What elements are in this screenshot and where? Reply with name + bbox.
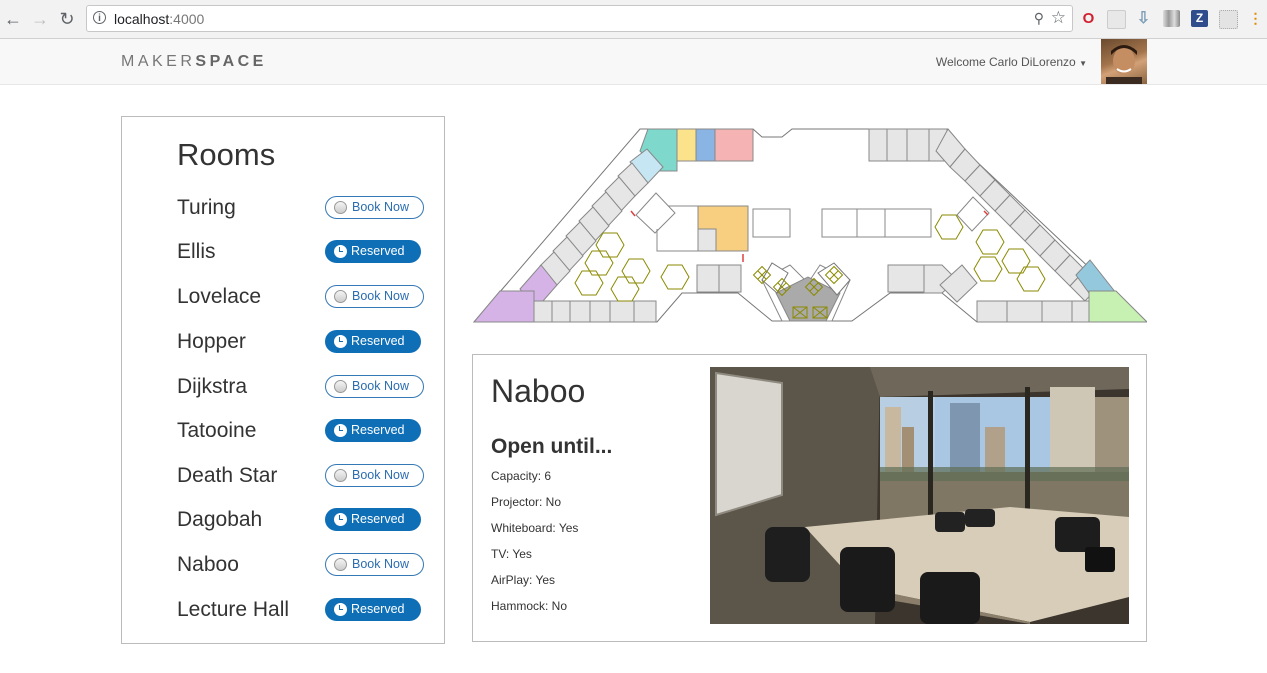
button-label: Reserved: [351, 512, 405, 526]
room-name[interactable]: Death Star: [177, 464, 277, 488]
url-host: localhost: [114, 11, 170, 27]
url-text[interactable]: localhost:4000: [114, 11, 204, 27]
radio-icon: [334, 290, 347, 303]
grid-extension-icon[interactable]: [1219, 10, 1238, 29]
room-row-tatooine: Tatooine Reserved: [177, 417, 427, 447]
reserved-button[interactable]: Reserved: [325, 419, 421, 442]
book-now-button[interactable]: Book Now: [325, 553, 424, 576]
radio-icon: [334, 558, 347, 571]
rooms-heading: Rooms: [177, 137, 276, 172]
button-label: Book Now: [352, 557, 409, 571]
caret-down-icon: ▼: [1079, 59, 1087, 68]
room-name[interactable]: Naboo: [177, 553, 239, 577]
button-label: Book Now: [352, 379, 409, 393]
zoom-icon[interactable]: ⚲: [1034, 10, 1044, 27]
book-now-button[interactable]: Book Now: [325, 196, 424, 219]
bars-extension-icon[interactable]: [1163, 10, 1180, 27]
rooms-panel: Rooms Turing Book Now Ellis Reserved Lov…: [121, 116, 445, 644]
avatar-face-icon: [1106, 45, 1142, 84]
menu-kebab-icon[interactable]: ⋮: [1247, 10, 1264, 27]
avatar[interactable]: [1101, 39, 1147, 84]
back-arrow-icon[interactable]: ←: [2, 8, 24, 30]
document-extension-icon[interactable]: [1107, 10, 1126, 29]
browser-toolbar: ← → ↻ i localhost:4000 ⚲ ☆ O ⇩ Z ⋮: [0, 0, 1267, 39]
opera-extension-icon[interactable]: O: [1080, 10, 1097, 27]
room-detail-panel: Naboo Open until... Capacity: 6 Projecto…: [472, 354, 1147, 642]
room-row-death-star: Death Star Book Now: [177, 462, 427, 492]
reserved-button[interactable]: Reserved: [325, 240, 421, 263]
forward-arrow-icon[interactable]: →: [29, 8, 51, 30]
room-name[interactable]: Ellis: [177, 240, 216, 264]
radio-icon: [334, 380, 347, 393]
book-now-button[interactable]: Book Now: [325, 464, 424, 487]
bookmark-star-icon[interactable]: ☆: [1051, 8, 1066, 28]
reserved-button[interactable]: Reserved: [325, 330, 421, 353]
room-row-turing: Turing Book Now: [177, 194, 427, 224]
room-purple-corner[interactable]: [472, 290, 535, 323]
clock-icon: [334, 424, 347, 437]
user-menu-toggle[interactable]: Welcome Carlo DiLorenzo ▼: [936, 55, 1087, 69]
tv-text: TV: Yes: [491, 547, 532, 561]
room-name[interactable]: Lecture Hall: [177, 598, 289, 622]
room-blue[interactable]: [695, 128, 716, 162]
address-bar[interactable]: i localhost:4000 ⚲ ☆: [86, 5, 1073, 32]
clock-icon: [334, 513, 347, 526]
room-row-hopper: Hopper Reserved: [177, 328, 427, 358]
button-label: Reserved: [351, 423, 405, 437]
hammock-text: Hammock: No: [491, 599, 568, 613]
clock-icon: [334, 335, 347, 348]
radio-icon: [334, 469, 347, 482]
capacity-text: Capacity: 6: [491, 469, 552, 483]
reserved-button[interactable]: Reserved: [325, 508, 421, 531]
room-row-dijkstra: Dijkstra Book Now: [177, 373, 427, 403]
button-label: Reserved: [351, 602, 405, 616]
room-yellow[interactable]: [676, 128, 697, 162]
room-row-ellis: Ellis Reserved: [177, 238, 427, 268]
room-name[interactable]: Tatooine: [177, 419, 256, 443]
zotero-extension-icon[interactable]: Z: [1191, 10, 1208, 27]
button-label: Book Now: [352, 289, 409, 303]
book-now-button[interactable]: Book Now: [325, 375, 424, 398]
button-label: Reserved: [351, 244, 405, 258]
room-photo: [710, 367, 1129, 624]
url-port: :4000: [169, 11, 205, 27]
button-label: Book Now: [352, 200, 409, 214]
availability-heading: Open until...: [491, 435, 613, 458]
room-row-lecture-hall: Lecture Hall Reserved: [177, 596, 427, 626]
room-title: Naboo: [491, 373, 586, 409]
room-name[interactable]: Dagobah: [177, 508, 262, 532]
button-label: Reserved: [351, 334, 405, 348]
room-name[interactable]: Hopper: [177, 330, 246, 354]
brand-logo[interactable]: MAKERSPACE: [121, 53, 267, 71]
book-now-button[interactable]: Book Now: [325, 285, 424, 308]
welcome-text: Welcome Carlo DiLorenzo: [935, 55, 1076, 69]
app-navbar: MAKERSPACE Welcome Carlo DiLorenzo ▼: [0, 39, 1267, 85]
info-icon[interactable]: i: [93, 11, 106, 24]
button-label: Book Now: [352, 468, 409, 482]
room-green[interactable]: [1088, 290, 1147, 323]
room-name[interactable]: Lovelace: [177, 285, 261, 309]
reserved-button[interactable]: Reserved: [325, 598, 421, 621]
conference-room-image: [710, 367, 1129, 624]
radio-icon: [334, 201, 347, 214]
clock-icon: [334, 603, 347, 616]
whiteboard-text: Whiteboard: Yes: [491, 521, 579, 535]
room-row-dagobah: Dagobah Reserved: [177, 506, 427, 536]
brand-part-space: SPACE: [195, 53, 267, 70]
clock-icon: [334, 245, 347, 258]
floor-plan-map[interactable]: [472, 125, 1147, 325]
download-extension-icon[interactable]: ⇩: [1135, 10, 1152, 27]
room-name[interactable]: Dijkstra: [177, 375, 247, 399]
room-name[interactable]: Turing: [177, 196, 236, 220]
room-pink[interactable]: [714, 128, 754, 162]
airplay-text: AirPlay: Yes: [491, 573, 556, 587]
room-row-lovelace: Lovelace Book Now: [177, 283, 427, 313]
brand-part-maker: MAKER: [121, 53, 196, 70]
projector-text: Projector: No: [491, 495, 562, 509]
room-row-naboo: Naboo Book Now: [177, 551, 427, 581]
reload-icon[interactable]: ↻: [56, 8, 78, 30]
